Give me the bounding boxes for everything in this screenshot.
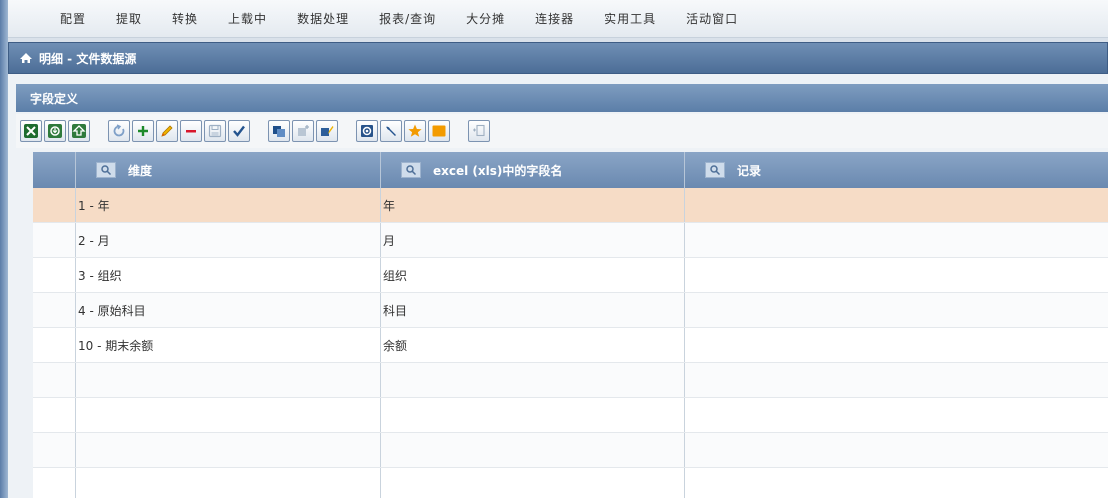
column-header-record[interactable]: 记录	[685, 152, 1108, 188]
window-left-edge	[0, 0, 8, 498]
cell-dimension[interactable]: 2 - 月	[76, 223, 381, 257]
edit-icon[interactable]	[156, 120, 178, 142]
menu-item-reports[interactable]: 报表/查询	[364, 0, 451, 38]
menu-item-data-processing[interactable]: 数据处理	[282, 0, 364, 38]
paste-edit-icon[interactable]	[316, 120, 338, 142]
row-selector[interactable]	[33, 328, 76, 362]
row-selector[interactable]	[33, 188, 76, 222]
settings-icon[interactable]	[356, 120, 378, 142]
menu-item-active-window[interactable]: 活动窗口	[671, 0, 753, 38]
export-icon[interactable]	[68, 120, 90, 142]
cell-dimension[interactable]	[76, 468, 381, 498]
cell-excel-field[interactable]	[381, 398, 685, 432]
menu-item-uploading[interactable]: 上载中	[213, 0, 282, 38]
table-row[interactable]	[33, 468, 1108, 498]
menu-bar: 配置 提取 转换 上载中 数据处理 报表/查询 大分摊 连接器 实用工具 活动窗…	[8, 0, 1108, 38]
cell-dimension[interactable]	[76, 398, 381, 432]
row-selector[interactable]	[33, 293, 76, 327]
cell-dimension[interactable]: 3 - 组织	[76, 258, 381, 292]
cell-dimension[interactable]: 10 - 期末余额	[76, 328, 381, 362]
paste-icon[interactable]	[292, 120, 314, 142]
table-row[interactable]: 10 - 期末余额 余额	[33, 328, 1108, 363]
undo-icon[interactable]	[108, 120, 130, 142]
import-icon[interactable]	[44, 120, 66, 142]
cell-excel-field[interactable]: 年	[381, 188, 685, 222]
row-selector[interactable]	[33, 223, 76, 257]
home-icon[interactable]	[19, 51, 33, 65]
menu-item-transform[interactable]: 转换	[157, 0, 213, 38]
row-selector[interactable]	[33, 258, 76, 292]
cell-record[interactable]	[685, 223, 1108, 257]
cell-excel-field[interactable]	[381, 363, 685, 397]
menu-item-connector[interactable]: 连接器	[520, 0, 589, 38]
cell-record[interactable]	[685, 258, 1108, 292]
cell-record[interactable]	[685, 293, 1108, 327]
tool-icon[interactable]	[380, 120, 402, 142]
panel-title: 明细 - 文件数据源	[39, 51, 137, 66]
row-selector[interactable]	[33, 468, 76, 498]
cell-excel-field[interactable]: 余额	[381, 328, 685, 362]
column-header-label: excel (xls)中的字段名	[433, 163, 563, 178]
table-row[interactable]	[33, 398, 1108, 433]
cell-dimension[interactable]	[76, 363, 381, 397]
cell-record[interactable]	[685, 433, 1108, 467]
row-header-corner	[33, 152, 76, 188]
confirm-icon[interactable]	[228, 120, 250, 142]
row-selector[interactable]	[33, 398, 76, 432]
column-header-label: 维度	[128, 163, 153, 178]
row-selector[interactable]	[33, 363, 76, 397]
cell-excel-field[interactable]	[381, 433, 685, 467]
cell-record[interactable]	[685, 188, 1108, 222]
row-selector[interactable]	[33, 433, 76, 467]
filter-icon[interactable]	[401, 162, 421, 178]
cell-excel-field[interactable]: 月	[381, 223, 685, 257]
filter-icon[interactable]	[705, 162, 725, 178]
table-row[interactable]: 2 - 月 月	[33, 223, 1108, 258]
column-header-excel-field[interactable]: excel (xls)中的字段名	[381, 152, 685, 188]
cell-record[interactable]	[685, 328, 1108, 362]
panel-title-bar: 明细 - 文件数据源	[8, 42, 1108, 74]
insert-icon[interactable]	[468, 120, 490, 142]
cell-excel-field[interactable]: 组织	[381, 258, 685, 292]
cell-dimension[interactable]: 1 - 年	[76, 188, 381, 222]
table-row[interactable]	[33, 363, 1108, 398]
color-icon[interactable]	[428, 120, 450, 142]
star-icon[interactable]	[404, 120, 426, 142]
cell-excel-field[interactable]: 科目	[381, 293, 685, 327]
column-header-dimension[interactable]: 维度	[76, 152, 381, 188]
toolbar	[16, 114, 1108, 148]
menu-item-config[interactable]: 配置	[8, 0, 101, 38]
cell-excel-field[interactable]	[381, 468, 685, 498]
menu-item-extract[interactable]: 提取	[101, 0, 157, 38]
menu-item-utilities[interactable]: 实用工具	[589, 0, 671, 38]
section-title: 字段定义	[16, 84, 1108, 112]
copy-icon[interactable]	[268, 120, 290, 142]
table-row[interactable]: 1 - 年 年	[33, 188, 1108, 223]
cell-record[interactable]	[685, 363, 1108, 397]
menu-item-allocation[interactable]: 大分摊	[451, 0, 520, 38]
table-row[interactable]	[33, 433, 1108, 468]
cell-record[interactable]	[685, 468, 1108, 498]
cell-dimension[interactable]	[76, 433, 381, 467]
filter-icon[interactable]	[96, 162, 116, 178]
table-row[interactable]: 4 - 原始科目 科目	[33, 293, 1108, 328]
save-icon[interactable]	[204, 120, 226, 142]
grid-body: 1 - 年 年 2 - 月 月 3 - 组织 组织 4 - 原始科目 科目 10…	[33, 188, 1108, 498]
add-icon[interactable]	[132, 120, 154, 142]
column-header-label: 记录	[737, 163, 762, 178]
table-row[interactable]: 3 - 组织 组织	[33, 258, 1108, 293]
field-definition-grid: 维度 excel (xls)中的字段名 记录 1 - 年 年 2 - 月 月 3…	[33, 152, 1108, 498]
cell-record[interactable]	[685, 398, 1108, 432]
delete-icon[interactable]	[180, 120, 202, 142]
cell-dimension[interactable]: 4 - 原始科目	[76, 293, 381, 327]
content-area: 字段定义 维度 excel (xls)中的字段名 记录 1 - 年 年 2 - …	[8, 74, 1108, 498]
grid-header: 维度 excel (xls)中的字段名 记录	[33, 152, 1108, 188]
excel-icon[interactable]	[20, 120, 42, 142]
